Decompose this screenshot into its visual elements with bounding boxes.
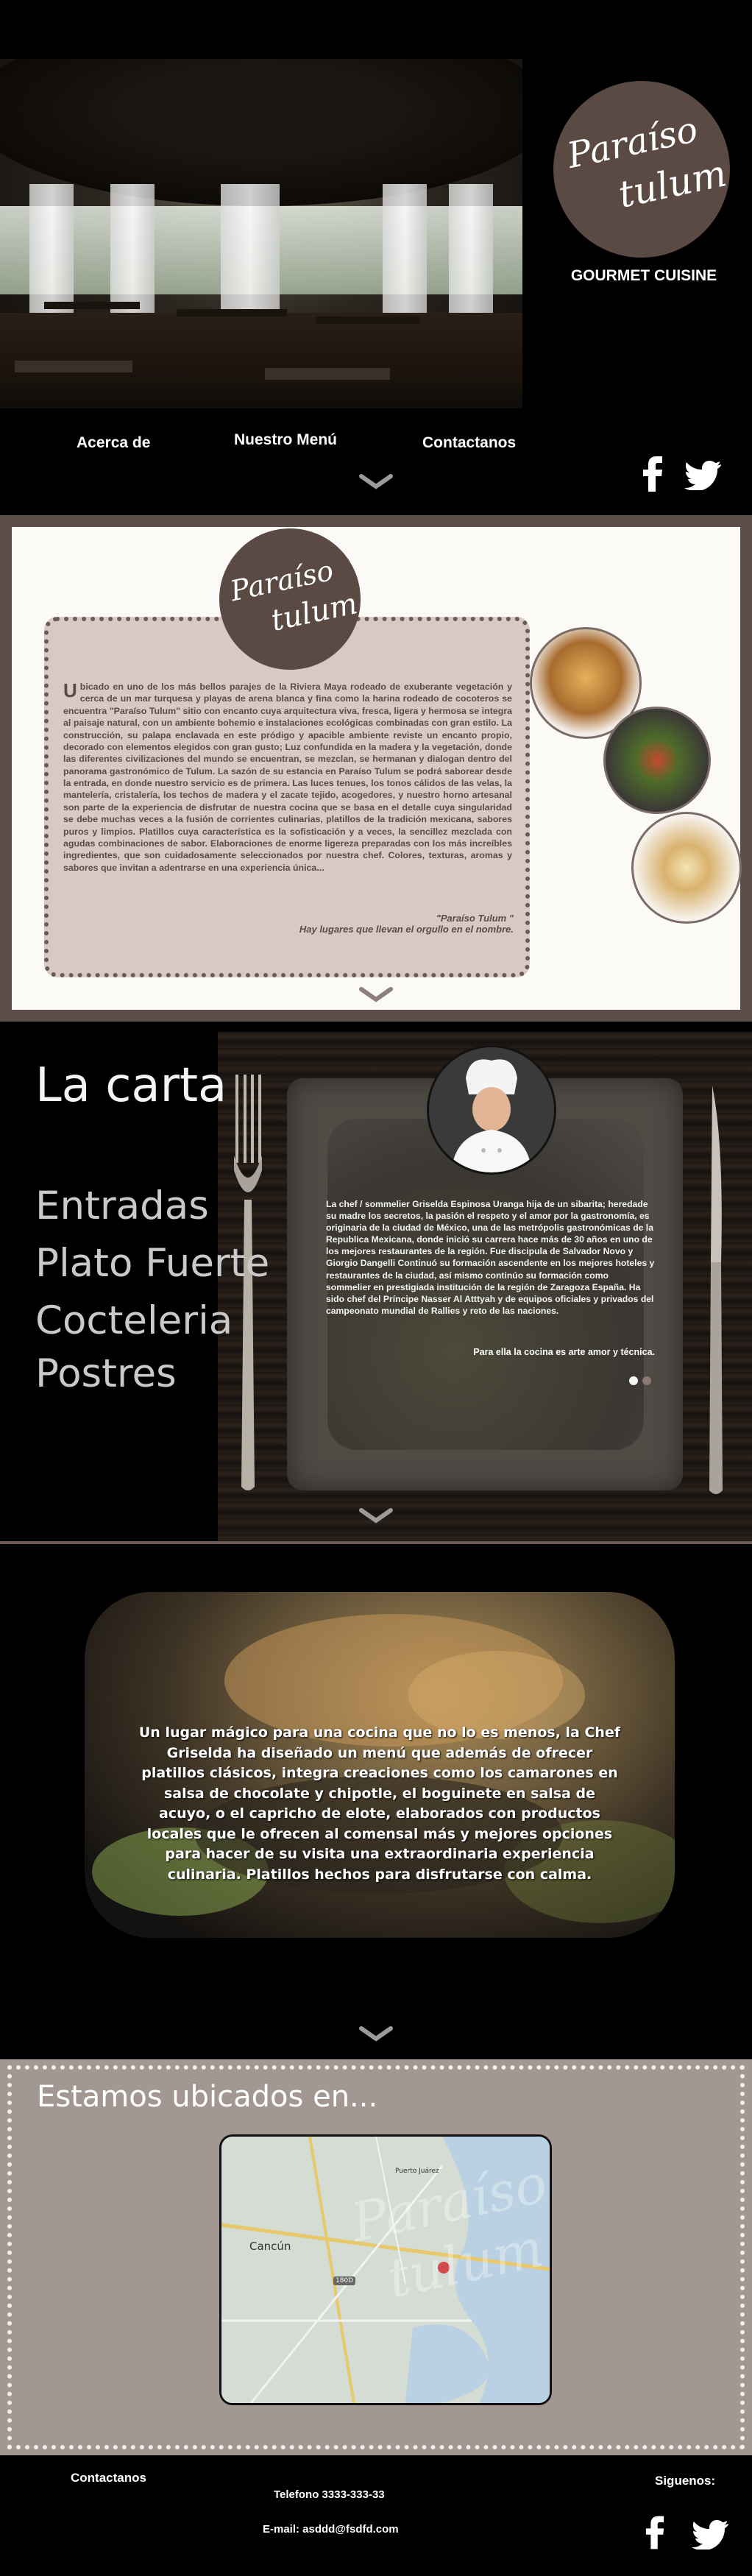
- chevron-down-icon[interactable]: [359, 1507, 393, 1524]
- carousel-dot-active[interactable]: [629, 1376, 638, 1385]
- dish-photo-entree: [603, 707, 711, 814]
- brand-logo[interactable]: Paraíso tulum: [553, 81, 730, 258]
- footer-follow-label: Siguenos:: [655, 2474, 716, 2488]
- nav-menu[interactable]: Nuestro Menú: [234, 431, 337, 449]
- chevron-down-icon[interactable]: [359, 473, 393, 489]
- map-label-road: 180D: [333, 2276, 356, 2285]
- promo-text: Un lugar mágico para una cocina que no l…: [138, 1724, 621, 1883]
- map-label-city: Cancún: [249, 2240, 291, 2253]
- about-quote-slogan: Hay lugares que llevan el orgullo en el …: [299, 924, 514, 935]
- chevron-down-icon[interactable]: [359, 986, 393, 1002]
- menu-title: La carta: [35, 1058, 227, 1113]
- chef-photo: [427, 1045, 556, 1175]
- knife-image: [705, 1086, 726, 1498]
- about-paragraph: bicado en uno de los más bellos parajes …: [63, 682, 512, 873]
- brand-tagline: GOURMET CUISINE: [570, 267, 717, 284]
- nav-about[interactable]: Acerca de: [77, 434, 150, 452]
- twitter-icon[interactable]: [692, 2520, 728, 2550]
- facebook-icon[interactable]: [645, 2516, 665, 2550]
- menu-item-entradas[interactable]: Entradas: [35, 1186, 209, 1225]
- about-logo: Paraíso tulum: [219, 528, 361, 670]
- about-quote-name: "Paraíso Tulum ": [436, 913, 514, 924]
- map-label-town: Puerto Juárez: [395, 2168, 439, 2175]
- twitter-icon[interactable]: [684, 461, 721, 491]
- menu-item-cocteleria[interactable]: Cocteleria: [35, 1301, 233, 1340]
- nav-contact[interactable]: Contactanos: [422, 434, 516, 452]
- menu-item-postres[interactable]: Postres: [35, 1354, 177, 1393]
- facebook-icon[interactable]: [642, 456, 664, 492]
- carousel-dot[interactable]: [642, 1376, 651, 1385]
- location-title: Estamos ubicados en...: [37, 2080, 378, 2114]
- chef-motto: Para ella la cocina es arte amor y técni…: [473, 1347, 655, 1357]
- footer-phone: Telefono 3333-333-33: [274, 2488, 385, 2501]
- footer-contact-title: Contactanos: [71, 2471, 146, 2485]
- footer-email[interactable]: E-mail: asddd@fsdfd.com: [263, 2523, 399, 2536]
- about-quote: "Paraíso Tulum " Hay lugares que llevan …: [280, 913, 514, 935]
- section-divider: [0, 1541, 752, 1544]
- hero-restaurant-photo: [0, 59, 522, 408]
- chef-bio: La chef / sommelier Griselda Espinosa Ur…: [326, 1199, 655, 1316]
- dish-photo-dessert: [631, 812, 742, 924]
- chevron-down-icon[interactable]: [359, 2025, 393, 2042]
- about-body: Ubicado en uno de los más bellos parajes…: [63, 681, 512, 874]
- menu-item-plato-fuerte[interactable]: Plato Fuerte: [35, 1244, 269, 1283]
- about-dropcap: U: [63, 679, 77, 701]
- location-map[interactable]: Paraíso tulum Cancún Puerto Juárez 180D: [219, 2134, 552, 2405]
